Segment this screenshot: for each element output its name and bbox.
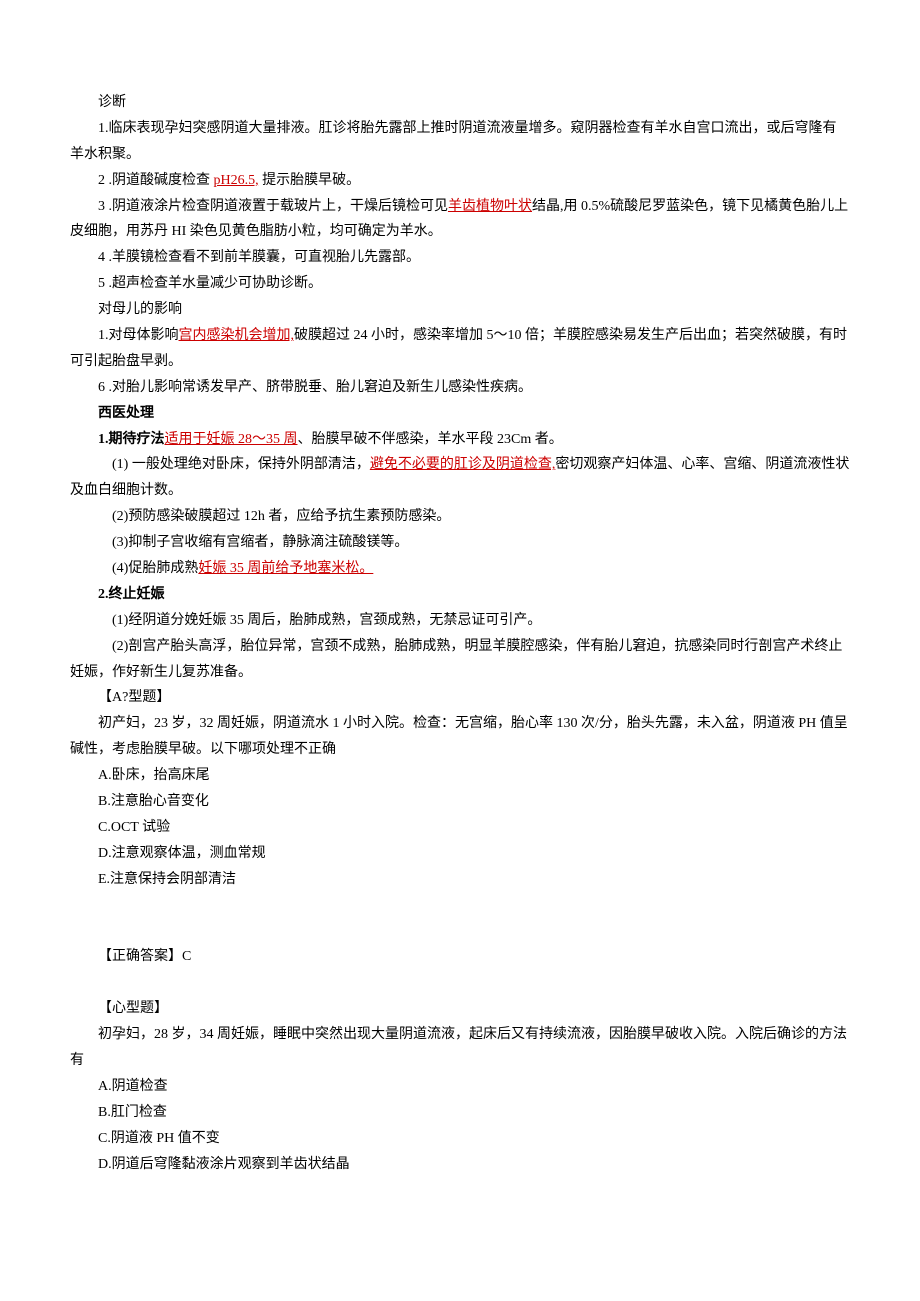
western-sub-2: (2)预防感染破膜超过 12h 者，应给予抗生素预防感染。 [70,504,850,530]
q2-header: 【心型题】 [70,996,850,1022]
q1-header: 【A?型题】 [70,685,850,711]
western-sub-4: (4)促胎肺成熟妊娠 35 周前给予地塞米松。 [70,556,850,582]
highlight-infection: 宫内感染机会增加, [179,328,295,343]
blank-line [70,970,850,996]
text-segment: 2 .阴道酸碱度检查 [98,173,214,188]
text-segment: 3 .阴道液涂片检查阴道液置于载玻片上，干燥后镜检可见 [98,199,448,214]
diagnosis-item-1: 1.临床表现孕妇突感阴道大量排液。肛诊将胎先露部上推时阴道流液量增多。窥阴器检查… [70,116,850,168]
western-term-2: (2)剖宫产胎头高浮，胎位异常，宫颈不成熟，胎肺成熟，明显羊膜腔感染，伴有胎儿窘… [70,634,850,686]
highlight-dexamethasone: 妊娠 35 周前给予地塞米松。 [198,561,373,576]
text-segment: (1) 一般处理绝对卧床，保持外阴部清洁， [112,457,370,472]
text-segment: 提示胎膜早破。 [259,173,361,188]
q2-option-d: D.阴道后穹隆黏液涂片观察到羊齿状结晶 [70,1152,850,1178]
diagnosis-item-2: 2 .阴道酸碱度检查 pH26.5, 提示胎膜早破。 [70,168,850,194]
blank-line [70,893,850,919]
bold-label: 2.终止妊娠 [98,587,165,602]
highlight-ph: pH26.5, [214,173,259,188]
q1-option-b: B.注意胎心音变化 [70,789,850,815]
q1-stem: 初产妇，23 岁，32 周妊娠，阴道流水 1 小时入院。检查：无宫缩，胎心率 1… [70,711,850,763]
highlight-avoid: 避免不必要的肛诊及阴道检查, [370,457,556,472]
q2-stem: 初孕妇，28 岁，34 周妊娠，睡眠中突然出现大量阴道流液，起床后又有持续流液，… [70,1022,850,1074]
q1-option-c: C.OCT 试验 [70,815,850,841]
bold-label: 1.期待疗法 [98,432,165,447]
western-item-1: 1.期待疗法适用于妊娠 28～35 周、胎膜早破不伴感染，羊水平段 23Cm 者… [70,427,850,453]
highlight-fern: 羊齿植物叶状 [448,199,532,214]
highlight-weeks: 适用于妊娠 28～35 周 [165,432,298,447]
text-segment: (4)促胎肺成熟 [112,561,198,576]
q2-option-b: B.肛门检查 [70,1100,850,1126]
blank-line [70,919,850,945]
diagnosis-item-5: 5 .超声检查羊水量减少可协助诊断。 [70,271,850,297]
q1-option-d: D.注意观察体温，测血常规 [70,841,850,867]
text-segment: 、胎膜早破不伴感染，羊水平段 23Cm 者。 [298,432,563,447]
western-sub-3: (3)抑制子宫收缩有宫缩者，静脉滴注硫酸镁等。 [70,530,850,556]
bold-heading: 西医处理 [98,406,154,421]
western-term-1: (1)经阴道分娩妊娠 35 周后，胎肺成熟，宫颈成熟，无禁忌证可引产。 [70,608,850,634]
effect-item-1: 1.对母体影响宫内感染机会增加,破膜超过 24 小时，感染率增加 5～10 倍；… [70,323,850,375]
diagnosis-item-3: 3 .阴道液涂片检查阴道液置于载玻片上，干燥后镜检可见羊齿植物叶状结晶,用 0.… [70,194,850,246]
effect-item-2: 6 .对胎儿影响常诱发早产、脐带脱垂、胎儿窘迫及新生儿感染性疾病。 [70,375,850,401]
q1-option-e: E.注意保持会阴部清洁 [70,867,850,893]
q2-option-a: A.阴道检查 [70,1074,850,1100]
effect-title: 对母儿的影响 [70,297,850,323]
western-sub-1: (1) 一般处理绝对卧床，保持外阴部清洁，避免不必要的肛诊及阴道检查,密切观察产… [70,452,850,504]
diagnosis-item-4: 4 .羊膜镜检查看不到前羊膜囊，可直视胎儿先露部。 [70,245,850,271]
q1-option-a: A.卧床，抬高床尾 [70,763,850,789]
western-item-2: 2.终止妊娠 [70,582,850,608]
western-title: 西医处理 [70,401,850,427]
q2-option-c: C.阴道液 PH 值不变 [70,1126,850,1152]
q1-answer: 【正确答案】C [70,944,850,970]
diagnosis-title: 诊断 [70,90,850,116]
text-segment: 1.对母体影响 [98,328,179,343]
